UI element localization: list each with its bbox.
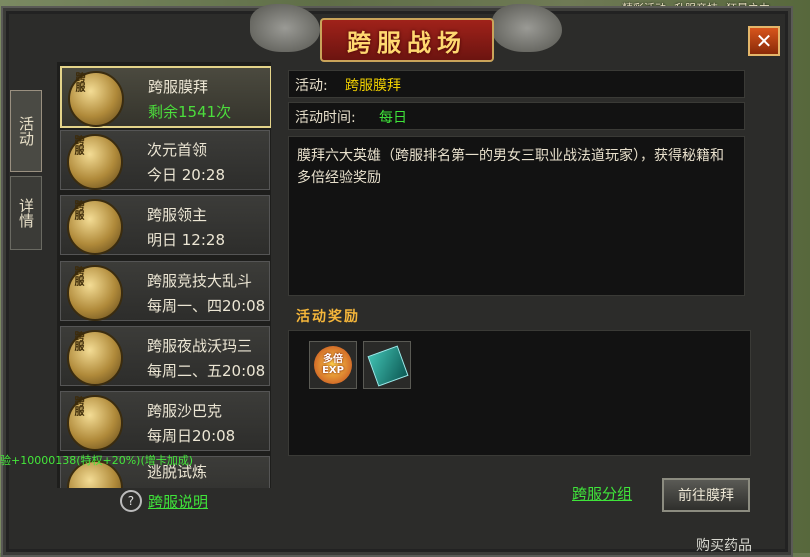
activity-time: 剩余1541次 bbox=[148, 103, 232, 121]
activity-description-box: 膜拜六大英雄（跨服排名第一的男女三职业战法道玩家），获得秘籍和多倍经验奖励 bbox=[288, 136, 745, 296]
activity-time-value: 每日 bbox=[379, 110, 407, 126]
activity-tag: 跨服 bbox=[72, 331, 83, 351]
activity-tag: 跨服 bbox=[72, 135, 83, 155]
activity-tag: 跨服 bbox=[72, 396, 83, 416]
activity-name: 跨服夜战沃玛三 bbox=[147, 337, 253, 355]
question-icon[interactable]: ? bbox=[119, 490, 142, 512]
activity-name: 跨服膜拜 bbox=[148, 78, 209, 96]
activity-tag: 跨服 bbox=[72, 200, 83, 220]
tab-activity-label: 活动 bbox=[17, 116, 35, 146]
exp-icon-bottom: EXP bbox=[322, 365, 344, 376]
tab-activity[interactable]: 活动 bbox=[10, 90, 42, 172]
buy-potions-link[interactable]: 购买药品 bbox=[696, 535, 752, 555]
activity-time: 每周一、四20:08 bbox=[147, 297, 266, 315]
activity-tag: 跨服 bbox=[72, 266, 83, 286]
skill-book-icon bbox=[367, 345, 409, 387]
help-row: ? 跨服说明 bbox=[57, 488, 271, 514]
window-title-plate: 跨服战场 bbox=[320, 18, 494, 62]
activity-value: 跨服膜拜 bbox=[345, 78, 401, 94]
activity-item-worship[interactable]: 跨服 跨服膜拜 剩余1541次 bbox=[60, 66, 271, 128]
activity-time: 明日 12:28 bbox=[147, 231, 225, 249]
close-button[interactable]: ✕ bbox=[748, 26, 780, 56]
cross-server-group-link[interactable]: 跨服分组 bbox=[572, 483, 632, 504]
activity-item-dimension-boss[interactable]: 跨服 次元首领 今日 20:28 bbox=[60, 130, 270, 190]
activity-time: 今日 20:28 bbox=[147, 166, 225, 184]
cross-server-help-link[interactable]: 跨服说明 bbox=[148, 491, 208, 512]
exp-icon-top: 多倍 bbox=[323, 354, 343, 365]
dragon-ornament-right-icon bbox=[492, 4, 562, 52]
tab-details[interactable]: 详情 bbox=[10, 176, 42, 250]
multi-exp-icon: 多倍 EXP bbox=[314, 346, 352, 384]
activity-list[interactable]: 跨服 跨服膜拜 剩余1541次 跨服 次元首领 今日 20:28 跨服 跨服领主… bbox=[57, 62, 271, 488]
activity-name: 跨服沙巴克 bbox=[147, 402, 223, 420]
tab-details-label: 详情 bbox=[17, 198, 35, 228]
reward-box: 多倍 EXP bbox=[288, 330, 751, 456]
activity-time: 每周日20:08 bbox=[147, 427, 236, 445]
go-worship-button[interactable]: 前往膜拜 bbox=[662, 478, 750, 512]
activity-name: 跨服领主 bbox=[147, 206, 208, 224]
activity-name: 次元首领 bbox=[147, 141, 208, 159]
exp-bonus-status: 验+10000138(特权+20%)(增卡加成) bbox=[0, 454, 194, 467]
activity-item-lord[interactable]: 跨服 跨服领主 明日 12:28 bbox=[60, 195, 270, 255]
dragon-ornament-left-icon bbox=[250, 4, 320, 52]
activity-name-row: 活动: 跨服膜拜 bbox=[288, 70, 745, 98]
activity-time-row: 活动时间: 每日 bbox=[288, 102, 745, 130]
activity-time-label: 活动时间: bbox=[295, 110, 356, 126]
activity-name: 跨服竞技大乱斗 bbox=[147, 272, 253, 290]
activity-time: 每周二、五20:08 bbox=[147, 362, 266, 380]
reward-title: 活动奖励 bbox=[296, 309, 360, 325]
activity-description: 膜拜六大英雄（跨服排名第一的男女三职业战法道玩家），获得秘籍和多倍经验奖励 bbox=[297, 148, 724, 186]
activity-item-sabac[interactable]: 跨服 跨服沙巴克 每周日20:08 bbox=[60, 391, 270, 451]
activity-item-arena-brawl[interactable]: 跨服 跨服竞技大乱斗 每周一、四20:08 bbox=[60, 261, 270, 321]
activity-label: 活动: bbox=[295, 78, 328, 94]
activity-item-night-woma[interactable]: 跨服 跨服夜战沃玛三 每周二、五20:08 bbox=[60, 326, 270, 386]
reward-slot[interactable] bbox=[363, 341, 411, 389]
activity-tag: 跨服 bbox=[73, 72, 84, 92]
reward-slot[interactable]: 多倍 EXP bbox=[309, 341, 357, 389]
window-title: 跨服战场 bbox=[347, 28, 467, 57]
